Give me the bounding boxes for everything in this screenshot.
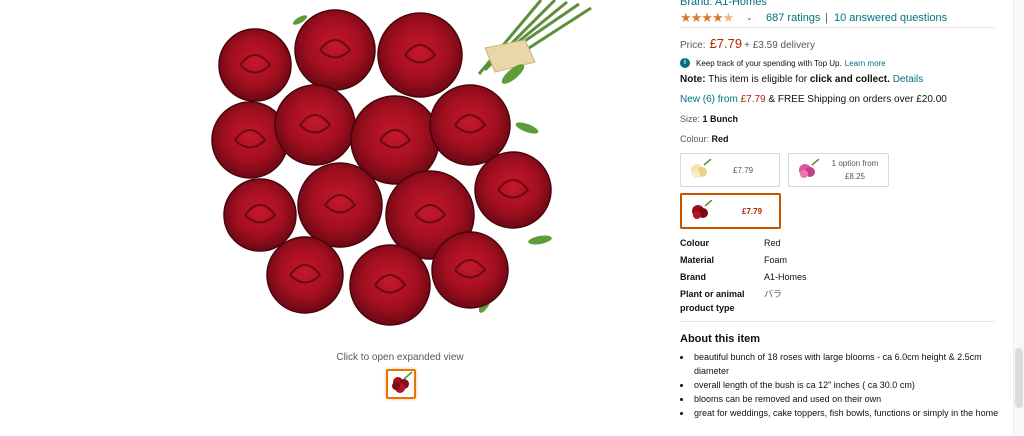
topup-banner: i Keep track of your spending with Top U…	[680, 58, 886, 68]
colour-value: Red	[711, 134, 729, 144]
swatch-price: £8.25	[844, 172, 866, 181]
swatch-pink-rose[interactable]: 1 option from £8.25	[788, 153, 889, 187]
divider	[680, 321, 995, 322]
size-label: Size:	[680, 114, 701, 124]
separator: |	[825, 12, 828, 24]
about-title: About this item	[680, 333, 761, 345]
spec-label: Brand	[680, 272, 707, 282]
new-offers-link[interactable]: New (6) from	[680, 94, 738, 105]
answered-questions-link[interactable]: 10 answered questions	[834, 12, 947, 24]
price-row: Price: £7.79 + £3.59 delivery	[680, 36, 815, 51]
red-rose-swatch-icon	[692, 200, 713, 219]
topup-text: Keep track of your spending with Top Up.	[696, 58, 842, 68]
new-offers-price: £7.79	[740, 94, 766, 105]
price-value: £7.79	[709, 36, 743, 51]
spec-value: A1-Homes	[764, 272, 807, 282]
swatch-option-text: 1 option from	[831, 159, 879, 168]
pink-rose-swatch-icon	[799, 159, 820, 178]
note-label: Note:	[680, 74, 706, 85]
learn-more-link[interactable]: Learn more	[845, 59, 886, 68]
details-link[interactable]: Details	[893, 74, 924, 85]
cream-rose-swatch-icon	[691, 159, 712, 178]
image-thumbnail[interactable]	[386, 369, 416, 399]
spec-label: Colour	[680, 238, 709, 248]
swatch-red-rose-selected[interactable]: £7.79	[680, 193, 781, 229]
spec-value: Red	[764, 238, 781, 248]
colour-row: Colour: Red	[680, 134, 729, 144]
star-rating-icon[interactable]: ★★★★★	[680, 11, 734, 25]
size-value: 1 Bunch	[702, 114, 739, 124]
swatch-price: £7.79	[742, 207, 763, 216]
spec-label: Plant or animal product type	[680, 289, 745, 313]
expand-view-caption: Click to open expanded view	[336, 352, 464, 363]
info-icon: i	[680, 58, 690, 68]
chevron-down-icon[interactable]: ⌄	[746, 11, 753, 25]
swatch-cream-rose[interactable]: £7.79	[680, 153, 780, 187]
bullet-item: beautiful bunch of 18 roses with large b…	[692, 350, 1012, 378]
note-bold: click and collect.	[809, 74, 890, 85]
delivery-price: + £3.59 delivery	[744, 40, 815, 51]
colour-label: Colour:	[680, 134, 710, 144]
main-product-image[interactable]	[195, 0, 610, 345]
spec-value: バラ	[764, 289, 783, 299]
bullet-item: great for weddings, cake toppers, fish b…	[692, 406, 1012, 420]
ratings-link[interactable]: 687 ratings	[766, 12, 820, 24]
price-label: Price:	[680, 40, 706, 51]
scrollbar-thumb[interactable]	[1015, 348, 1023, 408]
swatch-price: £7.79	[733, 166, 754, 175]
note-text: This item is eligible for	[708, 74, 808, 85]
page-scrollbar[interactable]	[1013, 0, 1024, 436]
spec-label: Material	[680, 255, 715, 265]
free-shipping-text: & FREE Shipping on orders over £20.00	[768, 94, 947, 105]
divider	[680, 27, 995, 28]
size-row: Size: 1 Bunch	[680, 114, 738, 124]
rating-row: ★★★★★ ⌄ 687 ratings | 10 answered questi…	[680, 11, 1000, 25]
click-collect-note: Note: This item is eligible for click an…	[680, 74, 923, 85]
about-bullets: beautiful bunch of 18 roses with large b…	[680, 350, 1012, 420]
spec-value: Foam	[764, 255, 788, 265]
bullet-item: blooms can be removed and used on their …	[692, 392, 1012, 406]
bullet-item: overall length of the bush is ca 12" inc…	[692, 378, 1012, 392]
rose-bouquet-image[interactable]	[195, 0, 610, 345]
brand-link[interactable]: Brand: A1-Homes	[680, 0, 767, 8]
new-offers-row: New (6) from £7.79 & FREE Shipping on or…	[680, 94, 947, 105]
rose-thumbnail-icon	[392, 371, 413, 393]
